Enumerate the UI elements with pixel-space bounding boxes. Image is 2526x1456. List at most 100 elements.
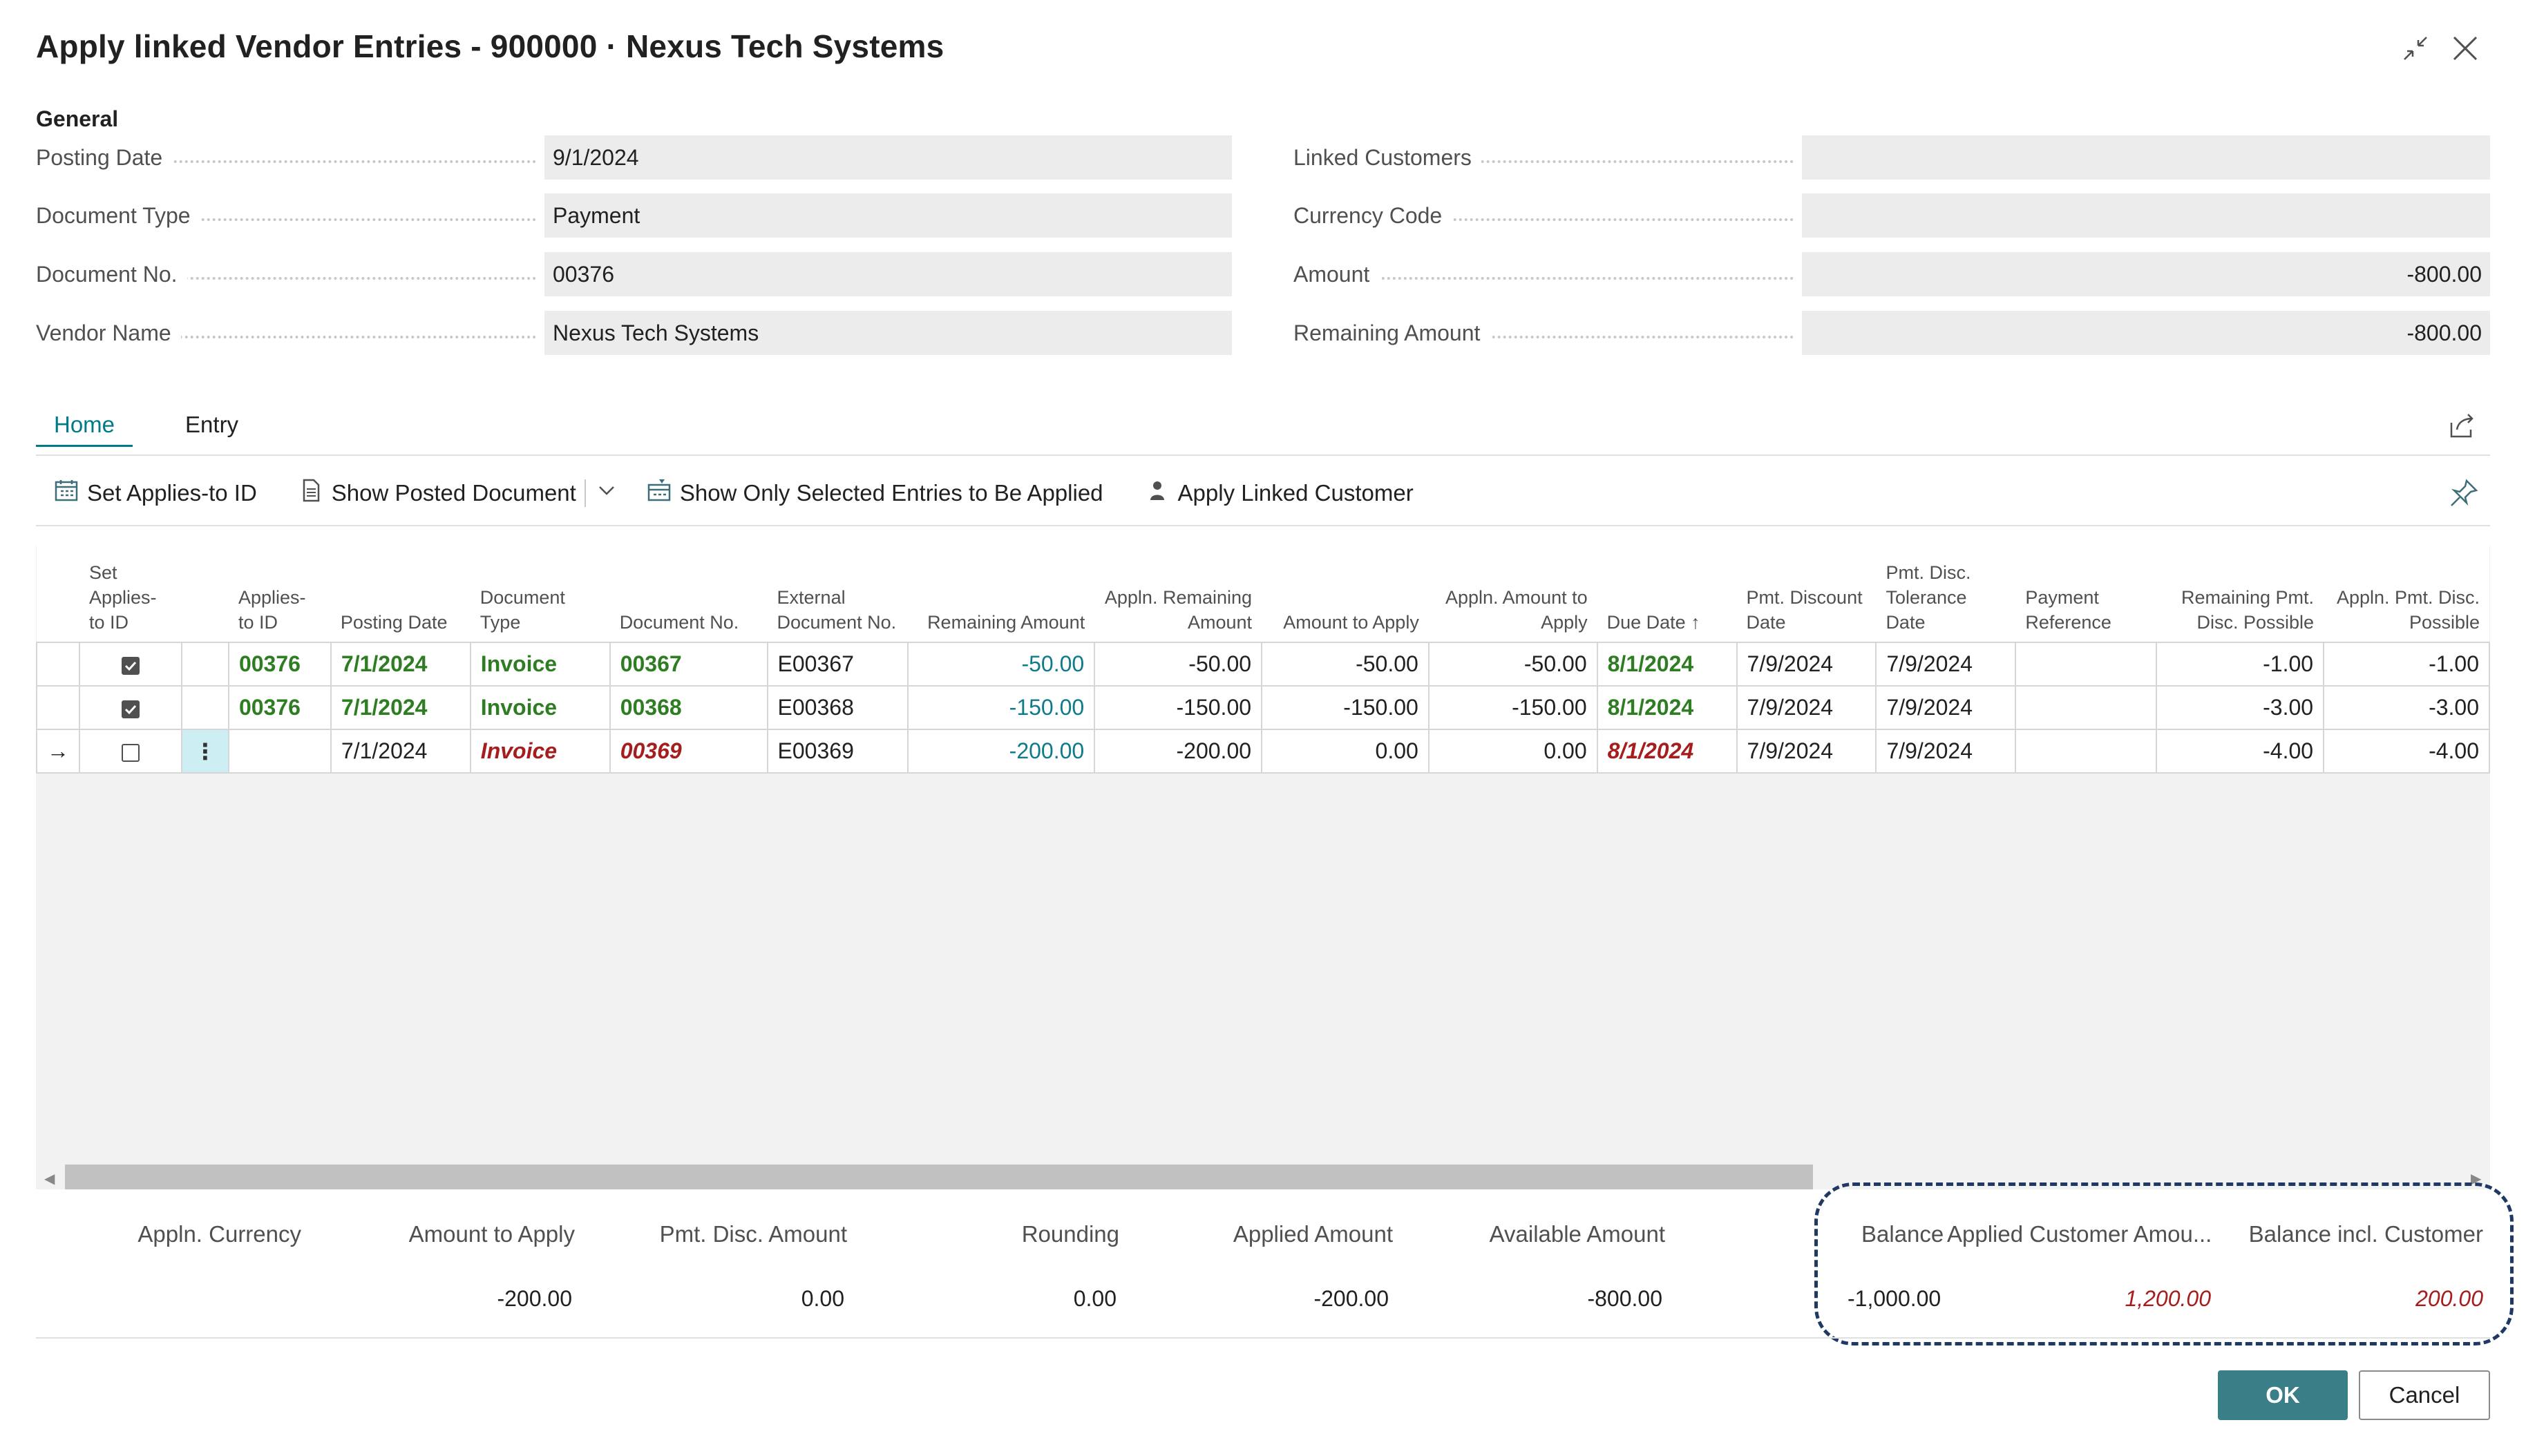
col-appln-pmt-disc-possible[interactable]: Appln. Pmt. Disc. Possible [2324, 546, 2489, 642]
linked-customers-field[interactable] [1802, 135, 2490, 180]
pmt-discount-date-cell[interactable]: 7/9/2024 [1736, 642, 1877, 687]
appln-amount-to-apply-cell[interactable]: -150.00 [1427, 685, 1598, 730]
col-document-type[interactable]: Document Type [470, 546, 610, 642]
pmt-discount-date-cell[interactable]: 7/9/2024 [1736, 729, 1877, 774]
row-menu-icon[interactable]: ⋮ [180, 729, 229, 774]
col-remaining-amount[interactable]: Remaining Amount [908, 546, 1095, 642]
col-set-applies-to-id[interactable]: Set Applies-to ID [79, 546, 182, 642]
payment-reference-cell[interactable] [2015, 642, 2158, 687]
table-row[interactable]: 00376 7/1/2024 Invoice 00367 E00367 -50.… [36, 642, 2490, 687]
external-document-no-cell[interactable]: E00367 [766, 642, 909, 687]
vendor-name-field[interactable]: Nexus Tech Systems [544, 311, 1232, 355]
amount-field[interactable]: -800.00 [1802, 252, 2490, 296]
table-row[interactable]: 00376 7/1/2024 Invoice 00368 E00368 -150… [36, 685, 2490, 730]
document-type-cell[interactable]: Invoice [469, 642, 611, 687]
due-date-cell[interactable]: 8/1/2024 [1596, 729, 1738, 774]
document-no-field[interactable]: 00376 [544, 252, 1232, 296]
col-due-date[interactable]: Due Date ↑ [1597, 546, 1737, 642]
col-payment-reference[interactable]: Payment Reference [2015, 546, 2157, 642]
set-applies-to-id-checkbox[interactable] [79, 642, 182, 687]
amount-to-apply-cell[interactable]: -150.00 [1261, 685, 1430, 730]
external-document-no-cell[interactable]: E00368 [766, 685, 909, 730]
applies-to-id-cell[interactable] [227, 729, 332, 774]
col-pmt-discount-date[interactable]: Pmt. Discount Date [1736, 546, 1877, 642]
row-menu-cell[interactable] [180, 685, 229, 730]
applies-to-id-cell[interactable]: 00376 [227, 685, 332, 730]
remaining-amount-field[interactable]: -800.00 [1802, 311, 2490, 355]
cancel-button[interactable]: Cancel [2359, 1370, 2490, 1420]
posting-date-field[interactable]: 9/1/2024 [544, 135, 1232, 180]
tab-entry[interactable]: Entry [167, 412, 256, 447]
dialog-title: Apply linked Vendor Entries - 900000 · N… [36, 28, 944, 64]
remaining-amount-cell[interactable]: -150.00 [907, 685, 1096, 730]
collapse-icon[interactable] [2395, 28, 2436, 69]
col-external-document-no[interactable]: External Document No. [767, 546, 909, 642]
appln-amount-to-apply-cell[interactable]: 0.00 [1427, 729, 1598, 774]
show-posted-document-dropdown[interactable] [594, 478, 619, 508]
posting-date-cell[interactable]: 7/1/2024 [330, 642, 471, 687]
applies-to-id-cell[interactable]: 00376 [227, 642, 332, 687]
posting-date-label-row: Posting Date [36, 135, 544, 180]
calendar-grid-icon [54, 478, 79, 508]
external-document-no-cell[interactable]: E00369 [766, 729, 909, 774]
due-date-cell[interactable]: 8/1/2024 [1596, 685, 1738, 730]
col-applies-to-id[interactable]: Applies-to ID [228, 546, 331, 642]
close-icon[interactable] [2444, 28, 2486, 69]
appln-pmt-disc-possible-cell[interactable]: -3.00 [2323, 685, 2490, 730]
payment-reference-cell[interactable] [2015, 729, 2158, 774]
posting-date-cell[interactable]: 7/1/2024 [330, 729, 471, 774]
appln-amount-to-apply-cell[interactable]: -50.00 [1427, 642, 1598, 687]
appln-pmt-disc-possible-cell[interactable]: -1.00 [2323, 642, 2490, 687]
pin-icon[interactable] [2447, 477, 2480, 510]
set-applies-to-id-checkbox[interactable] [79, 729, 182, 774]
scrollbar-thumb[interactable] [65, 1165, 1813, 1189]
tab-home[interactable]: Home [36, 412, 133, 447]
remaining-amount-cell[interactable]: -200.00 [907, 729, 1096, 774]
set-applies-to-id-checkbox[interactable] [79, 685, 182, 730]
set-applies-to-id-button[interactable]: Set Applies-to ID [54, 478, 257, 508]
person-icon [1145, 478, 1170, 508]
amount-to-apply-cell[interactable]: 0.00 [1261, 729, 1430, 774]
pmt-disc-tolerance-date-cell[interactable]: 7/9/2024 [1875, 729, 2017, 774]
appln-remaining-amount-cell[interactable]: -50.00 [1094, 642, 1263, 687]
table-row-current[interactable]: → ⋮ 7/1/2024 Invoice 00369 E00369 -200.0… [36, 729, 2490, 774]
apply-linked-customer-button[interactable]: Apply Linked Customer [1145, 478, 1414, 508]
document-type-label-row: Document Type [36, 193, 544, 238]
scroll-left-icon[interactable]: ◀ [44, 1170, 55, 1187]
pmt-disc-tolerance-date-cell[interactable]: 7/9/2024 [1875, 685, 2017, 730]
col-pmt-disc-tolerance-date[interactable]: Pmt. Disc. Tolerance Date [1876, 546, 2016, 642]
appln-remaining-amount-cell[interactable]: -150.00 [1094, 685, 1263, 730]
ok-button[interactable]: OK [2218, 1370, 2348, 1420]
row-menu-cell[interactable] [180, 642, 229, 687]
document-type-field[interactable]: Payment [544, 193, 1232, 238]
show-posted-document-label: Show Posted Document [331, 480, 576, 506]
show-only-selected-button[interactable]: Show Only Selected Entries to Be Applied [647, 478, 1103, 508]
posting-date-cell[interactable]: 7/1/2024 [330, 685, 471, 730]
remaining-pmt-disc-possible-cell[interactable]: -1.00 [2156, 642, 2325, 687]
remaining-amount-cell[interactable]: -50.00 [907, 642, 1096, 687]
col-appln-amount-to-apply[interactable]: Appln. Amount to Apply [1428, 546, 1597, 642]
show-posted-document-button[interactable]: Show Posted Document [298, 478, 576, 508]
pmt-disc-tolerance-date-cell[interactable]: 7/9/2024 [1875, 642, 2017, 687]
payment-reference-cell[interactable] [2015, 685, 2158, 730]
appln-pmt-disc-possible-cell[interactable]: -4.00 [2323, 729, 2490, 774]
share-icon[interactable] [2446, 409, 2479, 442]
amount-to-apply-cell[interactable]: -50.00 [1261, 642, 1430, 687]
col-posting-date[interactable]: Posting Date [330, 546, 471, 642]
col-document-no[interactable]: Document No. [609, 546, 768, 642]
pmt-discount-date-cell[interactable]: 7/9/2024 [1736, 685, 1877, 730]
document-no-cell[interactable]: 00369 [609, 729, 768, 774]
col-remaining-pmt-disc-possible[interactable]: Remaining Pmt. Disc. Possible [2156, 546, 2324, 642]
col-amount-to-apply[interactable]: Amount to Apply [1262, 546, 1429, 642]
appln-remaining-amount-cell[interactable]: -200.00 [1094, 729, 1263, 774]
sort-ascending-icon: ↑ [1691, 612, 1700, 633]
document-type-cell[interactable]: Invoice [469, 685, 611, 730]
document-no-cell[interactable]: 00367 [609, 642, 768, 687]
currency-code-field[interactable] [1802, 193, 2490, 238]
document-type-cell[interactable]: Invoice [469, 729, 611, 774]
due-date-cell[interactable]: 8/1/2024 [1596, 642, 1738, 687]
col-appln-remaining-amount[interactable]: Appln. Remaining Amount [1094, 546, 1262, 642]
document-no-cell[interactable]: 00368 [609, 685, 768, 730]
remaining-pmt-disc-possible-cell[interactable]: -3.00 [2156, 685, 2325, 730]
remaining-pmt-disc-possible-cell[interactable]: -4.00 [2156, 729, 2325, 774]
